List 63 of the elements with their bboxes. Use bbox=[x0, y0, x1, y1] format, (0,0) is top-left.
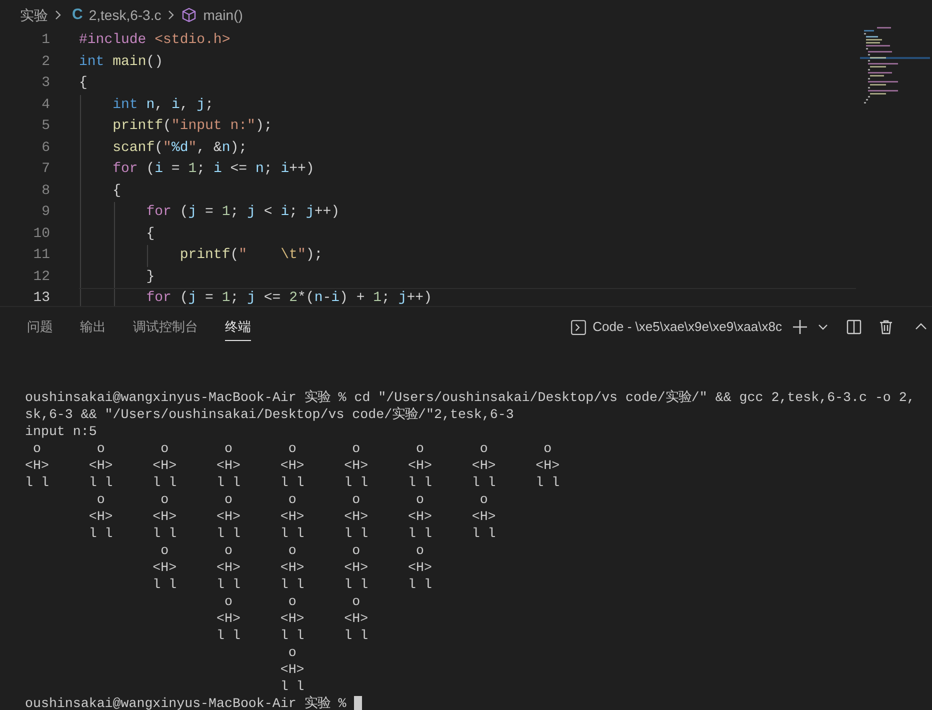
code-line: printf("input n:"); bbox=[112, 117, 272, 136]
c-file-icon: C bbox=[72, 4, 83, 26]
terminal-line: <H> <H> <H> <H> <H> bbox=[152, 559, 432, 576]
line-number: 1 bbox=[40, 31, 50, 50]
panel-tab[interactable]: 调试控制台 bbox=[133, 313, 198, 341]
terminal-icon bbox=[570, 318, 587, 336]
line-number: 9 bbox=[40, 203, 50, 222]
terminal-line: l l l l l l l l l l bbox=[152, 576, 432, 593]
code-line: scanf("%d", &n); bbox=[112, 138, 248, 158]
terminal-line: l l l l l l bbox=[216, 627, 368, 644]
line-number: 6 bbox=[40, 138, 50, 158]
code-line: { bbox=[112, 182, 122, 201]
line-number: 11 bbox=[32, 246, 50, 266]
terminal-line: l l bbox=[279, 678, 304, 695]
code-line: { bbox=[79, 74, 88, 94]
panel-tab[interactable]: 输出 bbox=[80, 313, 106, 341]
terminal-prompt: oushinsakai@wangxinyus-MacBook-Air 实验 % bbox=[25, 695, 346, 710]
line-number: 3 bbox=[40, 74, 50, 94]
terminal-line: <H> <H> <H> <H> <H> <H> <H> bbox=[88, 508, 496, 525]
cube-icon bbox=[181, 7, 198, 23]
terminal-line: <H> <H> <H> bbox=[216, 610, 368, 627]
code-line: { bbox=[145, 224, 155, 244]
terminal-line: o o o o o o o o o bbox=[32, 440, 552, 457]
terminal-line: o o o o o bbox=[160, 542, 424, 559]
terminal-line: input n:5 bbox=[25, 423, 97, 440]
line-number: 10 bbox=[32, 224, 50, 244]
line-number: 2 bbox=[40, 52, 50, 72]
terminal-line: <H> <H> <H> <H> <H> <H> <H> <H> <H> bbox=[25, 457, 560, 474]
breadcrumb-symbol[interactable]: main() bbox=[203, 4, 243, 26]
terminal-line: oushinsakai@wangxinyus-MacBook-Air 实验 % cd "/Users/oushinsakai/Desktop/vs code/实验/" && gcc 2,tesk,6-3.c -o 2, bbox=[25, 389, 915, 406]
code-line: for (j = 1; j <= 2*(n-i) + 1; j++) bbox=[145, 289, 432, 306]
chevron-right-icon bbox=[167, 9, 176, 21]
code-line: #include <stdio.h> bbox=[79, 31, 230, 50]
code-line: } bbox=[145, 268, 155, 287]
code-line: int main() bbox=[79, 52, 164, 72]
code-line: int n, i, j; bbox=[112, 96, 214, 115]
terminal-line: <H> bbox=[279, 661, 304, 678]
terminal-selector[interactable]: Code - \xe5\xae\x9e\xe9\xaa\x8c bbox=[570, 317, 782, 337]
code-line: printf(" \t"); bbox=[178, 246, 323, 266]
line-number: 5 bbox=[40, 117, 50, 136]
line-number: 8 bbox=[40, 182, 50, 201]
code-line: for (j = 1; j < i; j++) bbox=[145, 203, 340, 222]
terminal-line: o o o bbox=[223, 593, 360, 610]
code-line: for (i = 1; i <= n; i++) bbox=[112, 160, 314, 180]
chevron-down-icon[interactable] bbox=[818, 322, 828, 332]
terminal-line: sk,6-3 && "/Users/oushinsakai/Desktop/vs code/实验/"2,tesk,6-3 bbox=[25, 406, 514, 423]
terminal-line: o bbox=[287, 644, 296, 661]
trash-icon[interactable] bbox=[878, 319, 894, 335]
panel-tab[interactable]: 终端 bbox=[225, 313, 251, 341]
line-number: 12 bbox=[32, 268, 50, 287]
line-number: 13 bbox=[32, 289, 50, 306]
line-number: 4 bbox=[40, 96, 50, 115]
terminal-line: l l l l l l l l l l l l l l bbox=[88, 525, 496, 542]
plus-icon[interactable] bbox=[792, 319, 808, 335]
breadcrumb-file[interactable]: 2,tesk,6-3.c bbox=[88, 4, 162, 26]
chevron-right-icon bbox=[54, 9, 62, 21]
line-number: 7 bbox=[40, 160, 50, 180]
breadcrumb-folder[interactable]: 实验 bbox=[20, 4, 48, 26]
panel-tab[interactable]: 问题 bbox=[27, 313, 53, 341]
split-icon[interactable] bbox=[846, 319, 862, 335]
terminal-line: l l l l l l l l l l l l l l l l l l bbox=[25, 474, 560, 491]
terminal-name: Code - \xe5\xae\x9e\xe9\xaa\x8c bbox=[592, 318, 782, 336]
terminal-line: o o o o o o o bbox=[96, 491, 488, 508]
